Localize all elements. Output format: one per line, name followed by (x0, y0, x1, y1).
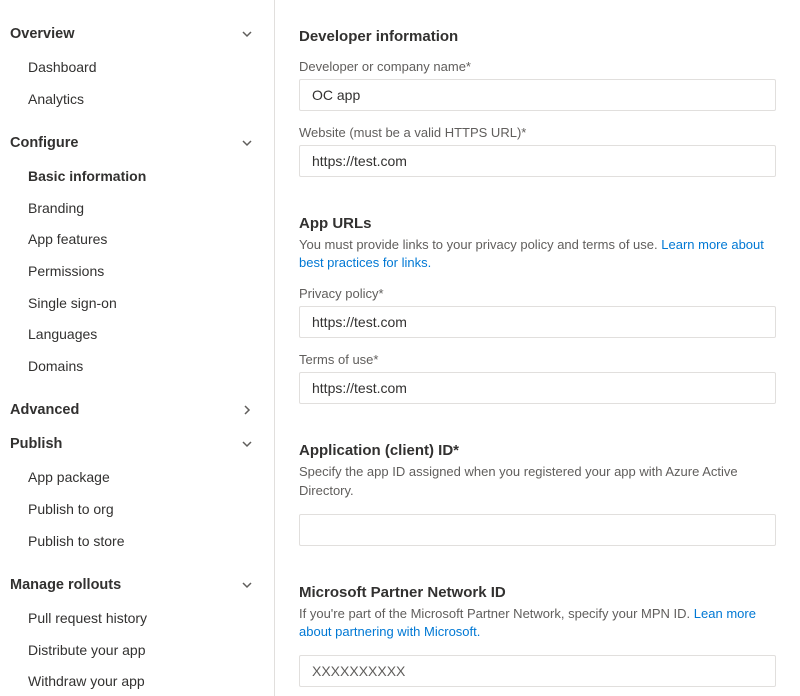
sidebar-item-distribute-your-app[interactable]: Distribute your app (0, 635, 274, 667)
company-name-label: Developer or company name* (299, 59, 776, 74)
privacy-policy-label: Privacy policy* (299, 286, 776, 301)
field-website: Website (must be a valid HTTPS URL)* (299, 125, 776, 177)
mpn-desc: If you're part of the Microsoft Partner … (299, 605, 776, 641)
nav-header-label: Manage rollouts (10, 577, 121, 593)
nav-items: Basic information Branding App features … (0, 159, 274, 392)
nav-section-configure: Configure Basic information Branding App… (0, 127, 274, 392)
sidebar-item-publish-to-org[interactable]: Publish to org (0, 494, 274, 526)
chevron-down-icon (240, 578, 254, 592)
sidebar-item-dashboard[interactable]: Dashboard (0, 52, 274, 84)
sidebar-item-withdraw-your-app[interactable]: Withdraw your app (0, 666, 274, 696)
company-name-input[interactable] (299, 79, 776, 111)
sidebar-item-languages[interactable]: Languages (0, 319, 274, 351)
privacy-policy-input[interactable] (299, 306, 776, 338)
main-content: Developer information Developer or compa… (275, 0, 800, 696)
nav-header-manage-rollouts[interactable]: Manage rollouts (0, 569, 274, 601)
sidebar-item-permissions[interactable]: Permissions (0, 256, 274, 288)
nav-header-label: Overview (10, 26, 75, 42)
section-title: Application (client) ID* (299, 442, 776, 459)
client-id-input[interactable] (299, 514, 776, 546)
section-title: Developer information (299, 28, 776, 45)
sidebar-item-publish-to-store[interactable]: Publish to store (0, 526, 274, 558)
section-title: App URLs (299, 215, 776, 232)
app-urls-desc: You must provide links to your privacy p… (299, 236, 776, 272)
terms-of-use-label: Terms of use* (299, 352, 776, 367)
chevron-down-icon (240, 136, 254, 150)
nav-items: Pull request history Distribute your app… (0, 601, 274, 696)
nav-header-overview[interactable]: Overview (0, 18, 274, 50)
nav-header-configure[interactable]: Configure (0, 127, 274, 159)
sidebar-item-pull-request-history[interactable]: Pull request history (0, 603, 274, 635)
desc-text: If you're part of the Microsoft Partner … (299, 606, 694, 621)
field-privacy-policy: Privacy policy* (299, 286, 776, 338)
chevron-down-icon (240, 437, 254, 451)
section-mpn-id: Microsoft Partner Network ID If you're p… (299, 584, 776, 687)
nav-header-label: Advanced (10, 402, 79, 418)
mpn-id-input[interactable] (299, 655, 776, 687)
chevron-right-icon (240, 403, 254, 417)
nav-items: Dashboard Analytics (0, 50, 274, 125)
section-application-client-id: Application (client) ID* Specify the app… (299, 442, 776, 545)
nav-header-label: Publish (10, 436, 62, 452)
chevron-down-icon (240, 27, 254, 41)
field-company-name: Developer or company name* (299, 59, 776, 111)
nav-section-overview: Overview Dashboard Analytics (0, 18, 274, 125)
nav-header-advanced[interactable]: Advanced (0, 394, 274, 426)
section-title: Microsoft Partner Network ID (299, 584, 776, 601)
website-input[interactable] (299, 145, 776, 177)
section-developer-information: Developer information Developer or compa… (299, 28, 776, 177)
terms-of-use-input[interactable] (299, 372, 776, 404)
sidebar-item-analytics[interactable]: Analytics (0, 84, 274, 116)
sidebar-item-app-package[interactable]: App package (0, 462, 274, 494)
sidebar-item-branding[interactable]: Branding (0, 193, 274, 225)
field-terms-of-use: Terms of use* (299, 352, 776, 404)
website-label: Website (must be a valid HTTPS URL)* (299, 125, 776, 140)
client-id-desc: Specify the app ID assigned when you reg… (299, 463, 776, 499)
nav-header-label: Configure (10, 135, 78, 151)
sidebar-item-domains[interactable]: Domains (0, 351, 274, 383)
section-app-urls: App URLs You must provide links to your … (299, 215, 776, 404)
nav-header-publish[interactable]: Publish (0, 428, 274, 460)
nav-section-manage-rollouts: Manage rollouts Pull request history Dis… (0, 569, 274, 696)
nav-section-publish: Publish App package Publish to org Publi… (0, 428, 274, 567)
desc-text: You must provide links to your privacy p… (299, 237, 661, 252)
sidebar-item-app-features[interactable]: App features (0, 224, 274, 256)
nav-items: App package Publish to org Publish to st… (0, 460, 274, 567)
sidebar: Overview Dashboard Analytics Configure B… (0, 0, 275, 696)
sidebar-item-basic-information[interactable]: Basic information (0, 161, 274, 193)
sidebar-item-single-sign-on[interactable]: Single sign-on (0, 288, 274, 320)
nav-section-advanced: Advanced (0, 394, 274, 426)
